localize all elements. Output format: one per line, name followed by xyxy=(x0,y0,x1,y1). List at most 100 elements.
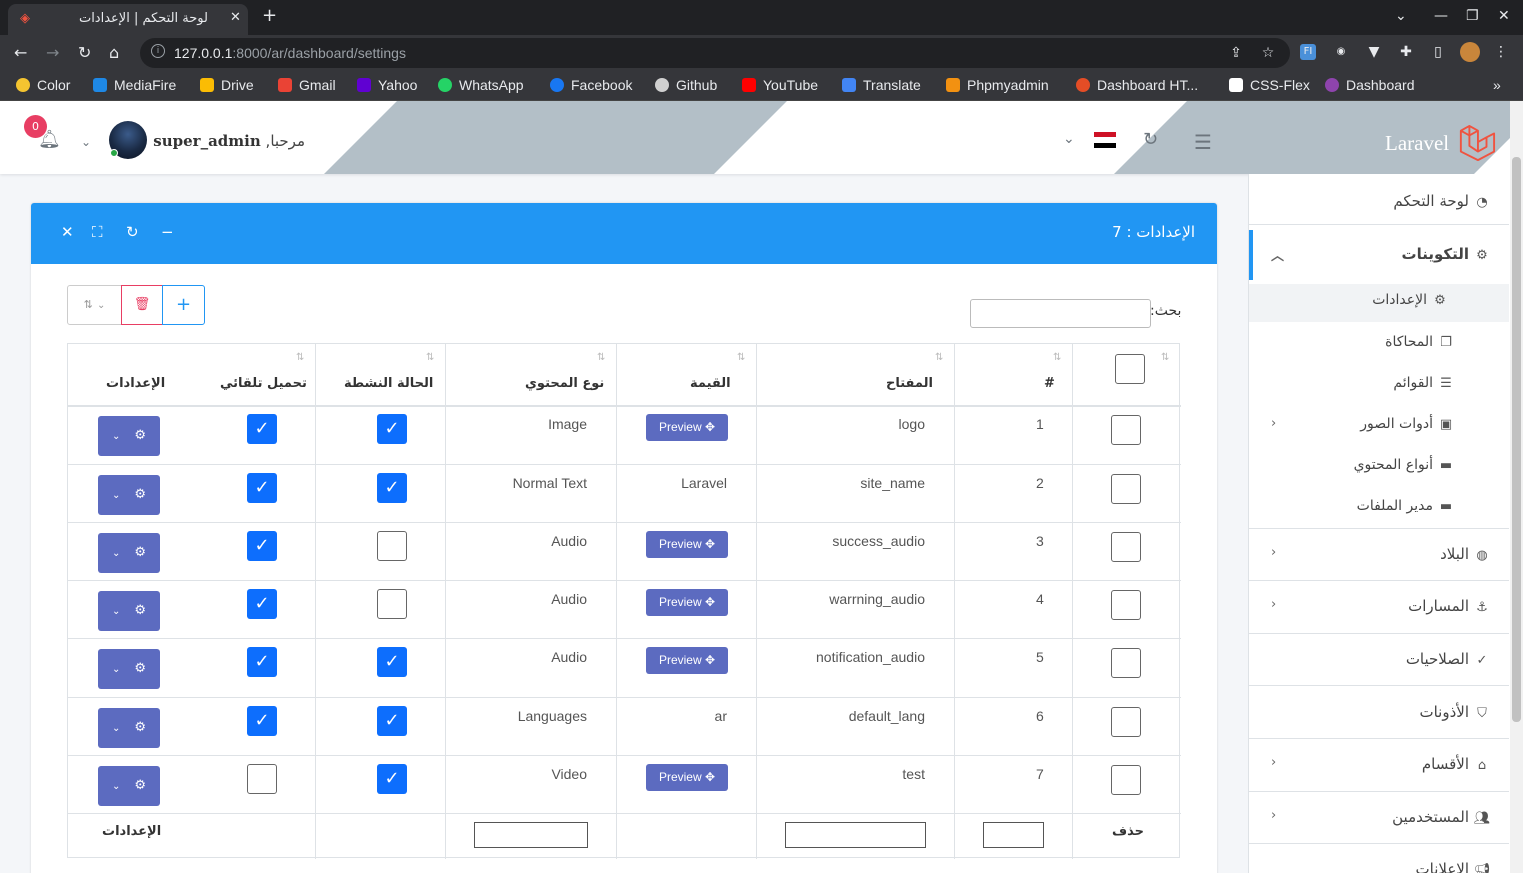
active-checkbox-checked[interactable]: ✓ xyxy=(377,414,407,444)
sidebar-item-content-types[interactable]: ▬ أنواع المحتوي xyxy=(1249,457,1509,473)
share-icon[interactable]: ⇪ xyxy=(1228,45,1244,61)
autoload-checkbox-checked[interactable]: ✓ xyxy=(247,706,277,736)
user-menu-chevron-icon[interactable]: ⌄ xyxy=(81,135,91,149)
bookmark-github[interactable]: Github xyxy=(655,77,717,93)
active-checkbox[interactable] xyxy=(377,589,407,619)
bookmark-phpmyadmin[interactable]: Phpmyadmin xyxy=(946,77,1049,93)
reload-icon[interactable]: ↻ xyxy=(78,43,91,62)
active-checkbox-checked[interactable]: ✓ xyxy=(377,764,407,794)
fullscreen-icon[interactable]: ⛶ xyxy=(92,223,103,241)
sidebar-item-countries[interactable]: ◍ البلاد ‹ xyxy=(1249,545,1509,563)
row-select-checkbox[interactable] xyxy=(1111,707,1141,737)
browser-tab[interactable]: ◈ لوحة التحكم | الإعدادات ✕ xyxy=(8,4,248,35)
extension-fi-icon[interactable]: FI xyxy=(1300,44,1316,60)
sidebar-item-simulation[interactable]: ❐ المحاكاة xyxy=(1249,334,1509,350)
row-actions-button[interactable]: ⌄ ⚙ xyxy=(98,533,160,573)
autoload-checkbox-checked[interactable]: ✓ xyxy=(247,589,277,619)
row-actions-button[interactable]: ⌄ ⚙ xyxy=(98,766,160,806)
column-header-key[interactable]: المفتاح xyxy=(886,376,933,391)
sidepanel-icon[interactable]: ▯ xyxy=(1430,44,1446,60)
row-select-checkbox[interactable] xyxy=(1111,415,1141,445)
filter-key-input[interactable] xyxy=(785,822,926,848)
sort-icon[interactable]: ⇅ xyxy=(597,352,605,363)
refresh-icon[interactable]: ↻ xyxy=(1143,129,1158,150)
bookmark-youtube[interactable]: YouTube xyxy=(742,77,818,93)
sidebar-item-configs[interactable]: ⚙ التكوينات ︿ xyxy=(1249,245,1509,264)
sort-icon[interactable]: ⇅ xyxy=(426,352,434,363)
browser-menu-icon[interactable]: ⋮ xyxy=(1493,44,1509,60)
autoload-checkbox-checked[interactable]: ✓ xyxy=(247,414,277,444)
bookmark-mediafire[interactable]: MediaFire xyxy=(93,77,176,93)
row-select-checkbox[interactable] xyxy=(1111,648,1141,678)
bookmark-yahoo[interactable]: Yahoo xyxy=(357,77,417,93)
preview-button[interactable]: Preview ✥ xyxy=(646,589,728,616)
bookmark-dashboard-ht[interactable]: Dashboard HT... xyxy=(1076,77,1198,93)
maximize-icon[interactable]: ❐ xyxy=(1466,8,1479,24)
sidebar-item-settings[interactable]: ⚙ الإعدادات xyxy=(1249,292,1509,308)
preview-button[interactable]: Preview ✥ xyxy=(646,531,728,558)
row-actions-button[interactable]: ⌄ ⚙ xyxy=(98,475,160,515)
add-button[interactable]: + xyxy=(162,285,205,325)
egypt-flag-icon[interactable] xyxy=(1094,132,1116,148)
autoload-checkbox[interactable] xyxy=(247,764,277,794)
sidebar-item-dashboard[interactable]: ◔ لوحة التحكم xyxy=(1249,192,1509,210)
new-tab-icon[interactable]: + xyxy=(262,5,277,26)
sidebar-item-ads[interactable]: 📢︎الإعلانات xyxy=(1249,860,1509,873)
sort-icon[interactable]: ⇅ xyxy=(1161,352,1169,363)
sidebar-item-roles[interactable]: ✓ الصلاحيات xyxy=(1249,650,1509,668)
autoload-checkbox-checked[interactable]: ✓ xyxy=(247,647,277,677)
bookmark-color[interactable]: Color xyxy=(16,77,70,93)
sidebar-item-routes[interactable]: ⚓ المسارات ‹ xyxy=(1249,597,1509,615)
column-header-active[interactable]: الحالة النشطة xyxy=(344,376,433,391)
sort-icon[interactable]: ⇅ xyxy=(296,352,304,363)
column-visibility-button[interactable]: ⇅ ⌄ xyxy=(67,285,122,325)
column-header-num[interactable]: # xyxy=(1044,376,1055,391)
bookmark-translate[interactable]: Translate xyxy=(842,77,921,93)
bookmark-css-flex[interactable]: CSS-Flex xyxy=(1229,77,1310,93)
filter-content-type-input[interactable] xyxy=(474,822,588,848)
tab-search-chevron-icon[interactable]: ⌄ xyxy=(1395,8,1407,24)
bookmark-star-icon[interactable]: ☆ xyxy=(1260,45,1276,61)
active-checkbox-checked[interactable]: ✓ xyxy=(377,473,407,503)
forward-icon[interactable]: → xyxy=(46,43,59,62)
back-icon[interactable]: ← xyxy=(14,43,27,62)
minimize-icon[interactable]: — xyxy=(1434,8,1448,24)
sidebar-item-file-manager[interactable]: ▬ مدير الملفات xyxy=(1249,498,1509,514)
preview-button[interactable]: Preview ✥ xyxy=(646,647,728,674)
address-bar[interactable]: i 127.0.0.1:8000/ar/dashboard/settings ⇪… xyxy=(140,38,1290,68)
profile-avatar-icon[interactable] xyxy=(1460,42,1480,62)
window-close-icon[interactable]: ✕ xyxy=(1498,8,1510,24)
sort-icon[interactable]: ⇅ xyxy=(935,352,943,363)
autoload-checkbox-checked[interactable]: ✓ xyxy=(247,473,277,503)
site-info-icon[interactable]: i xyxy=(151,44,165,58)
column-header-autoload[interactable]: تحميل تلقائي xyxy=(220,376,307,391)
extension-vue-icon[interactable]: ▼ xyxy=(1366,44,1382,60)
search-input[interactable] xyxy=(970,299,1151,328)
active-checkbox-checked[interactable]: ✓ xyxy=(377,706,407,736)
sidebar-item-image-tools[interactable]: ▣ أدوات الصور ‹ xyxy=(1249,416,1509,432)
bookmark-facebook[interactable]: Facebook xyxy=(550,77,632,93)
autoload-checkbox-checked[interactable]: ✓ xyxy=(247,531,277,561)
close-tab-icon[interactable]: ✕ xyxy=(230,10,241,25)
sidebar-item-permissions[interactable]: ⛉ الأذونات xyxy=(1249,703,1509,721)
row-select-checkbox[interactable] xyxy=(1111,590,1141,620)
row-actions-button[interactable]: ⌄ ⚙ xyxy=(98,708,160,748)
extensions-puzzle-icon[interactable]: ✚ xyxy=(1398,44,1414,60)
collapse-icon[interactable]: − xyxy=(161,223,174,241)
bookmark-whatsapp[interactable]: WhatsApp xyxy=(438,77,524,93)
preview-button[interactable]: Preview ✥ xyxy=(646,764,728,791)
row-select-checkbox[interactable] xyxy=(1111,765,1141,795)
bookmark-dashboard[interactable]: Dashboard xyxy=(1325,77,1415,93)
extension-audio-icon[interactable]: ◉ xyxy=(1333,44,1349,60)
brand-name[interactable]: Laravel xyxy=(1385,131,1449,156)
bookmark-gmail[interactable]: Gmail xyxy=(278,77,336,93)
preview-button[interactable]: Preview ✥ xyxy=(646,414,728,441)
close-icon[interactable]: ✕ xyxy=(61,223,74,241)
row-select-checkbox[interactable] xyxy=(1111,532,1141,562)
row-actions-button[interactable]: ⌄ ⚙ xyxy=(98,649,160,689)
column-header-value[interactable]: القيمة xyxy=(690,376,731,391)
row-actions-button[interactable]: ⌄ ⚙ xyxy=(98,416,160,456)
more-bookmarks-icon[interactable]: » xyxy=(1493,77,1501,93)
language-dropdown-chevron-icon[interactable]: ⌄ xyxy=(1063,131,1075,147)
sidebar-item-users[interactable]: 👥︎ المستخدمين ‹ xyxy=(1249,808,1509,826)
